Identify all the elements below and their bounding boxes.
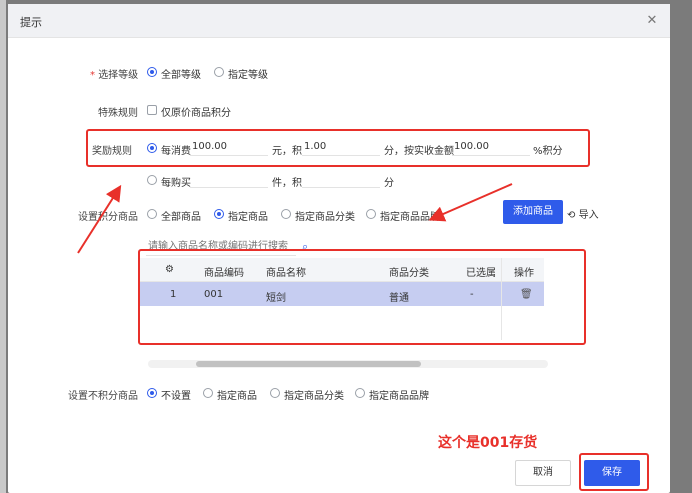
close-icon[interactable]: ✕ — [644, 13, 660, 29]
items-text: 件，积 — [272, 178, 302, 189]
level-option-specified: 指定等级 — [228, 70, 268, 81]
points-goods-radio-specified[interactable] — [214, 209, 224, 219]
original-price-checkbox[interactable] — [147, 105, 157, 115]
level-label: * 选择等级 — [90, 70, 139, 81]
points-goods-radio-category[interactable] — [281, 209, 291, 219]
no-points-option-none: 不设置 — [161, 391, 191, 402]
add-goods-button[interactable]: 添加商品 — [503, 200, 563, 224]
original-price-checkbox-label: 仅原价商品积分 — [161, 108, 231, 119]
special-rule-label: 特殊规则 — [98, 108, 138, 119]
points-goods-option-specified: 指定商品 — [228, 212, 268, 223]
level-radio-all[interactable] — [147, 67, 157, 77]
level-radio-specified[interactable] — [214, 67, 224, 77]
score-text: 分 — [384, 178, 394, 189]
points-goods-radio-brand[interactable] — [366, 209, 376, 219]
no-points-goods-label: 设置不积分商品 — [68, 391, 138, 402]
cancel-button[interactable]: 取消 — [515, 460, 571, 486]
points-goods-radio-all[interactable] — [147, 209, 157, 219]
points-goods-option-category: 指定商品分类 — [295, 212, 355, 223]
scrollbar-thumb[interactable] — [196, 361, 421, 367]
points-goods-option-all: 全部商品 — [161, 212, 201, 223]
horizontal-scrollbar[interactable] — [148, 360, 548, 368]
no-points-radio-none[interactable] — [147, 388, 157, 398]
import-button[interactable]: ⟲ 导入 — [567, 206, 599, 221]
no-points-radio-category[interactable] — [270, 388, 280, 398]
points-goods-option-brand: 指定商品品牌 — [380, 212, 440, 223]
dialog-title: 提示 — [20, 16, 42, 29]
reward-radio-per-buy[interactable] — [147, 175, 157, 185]
per-buy-label: 每购买 — [161, 178, 191, 189]
no-points-option-goods: 指定商品 — [217, 391, 257, 402]
annotation-text: 这个是001存货 — [438, 435, 538, 451]
annotation-box-reward-rule — [86, 129, 590, 167]
no-points-radio-brand[interactable] — [355, 388, 365, 398]
points-goods-label: 设置积分商品 — [78, 212, 138, 223]
import-icon: ⟲ — [567, 210, 576, 221]
level-option-all: 全部等级 — [161, 70, 201, 81]
annotation-box-save — [579, 453, 649, 491]
annotation-box-goods-table — [138, 249, 586, 345]
no-points-option-brand: 指定商品品牌 — [369, 391, 429, 402]
no-points-radio-goods[interactable] — [203, 388, 213, 398]
per-buy-input[interactable] — [190, 170, 268, 188]
items-points-input[interactable] — [302, 170, 380, 188]
no-points-option-category: 指定商品分类 — [284, 391, 344, 402]
dialog-header: 提示 ✕ — [8, 4, 670, 38]
backdrop — [0, 0, 6, 493]
